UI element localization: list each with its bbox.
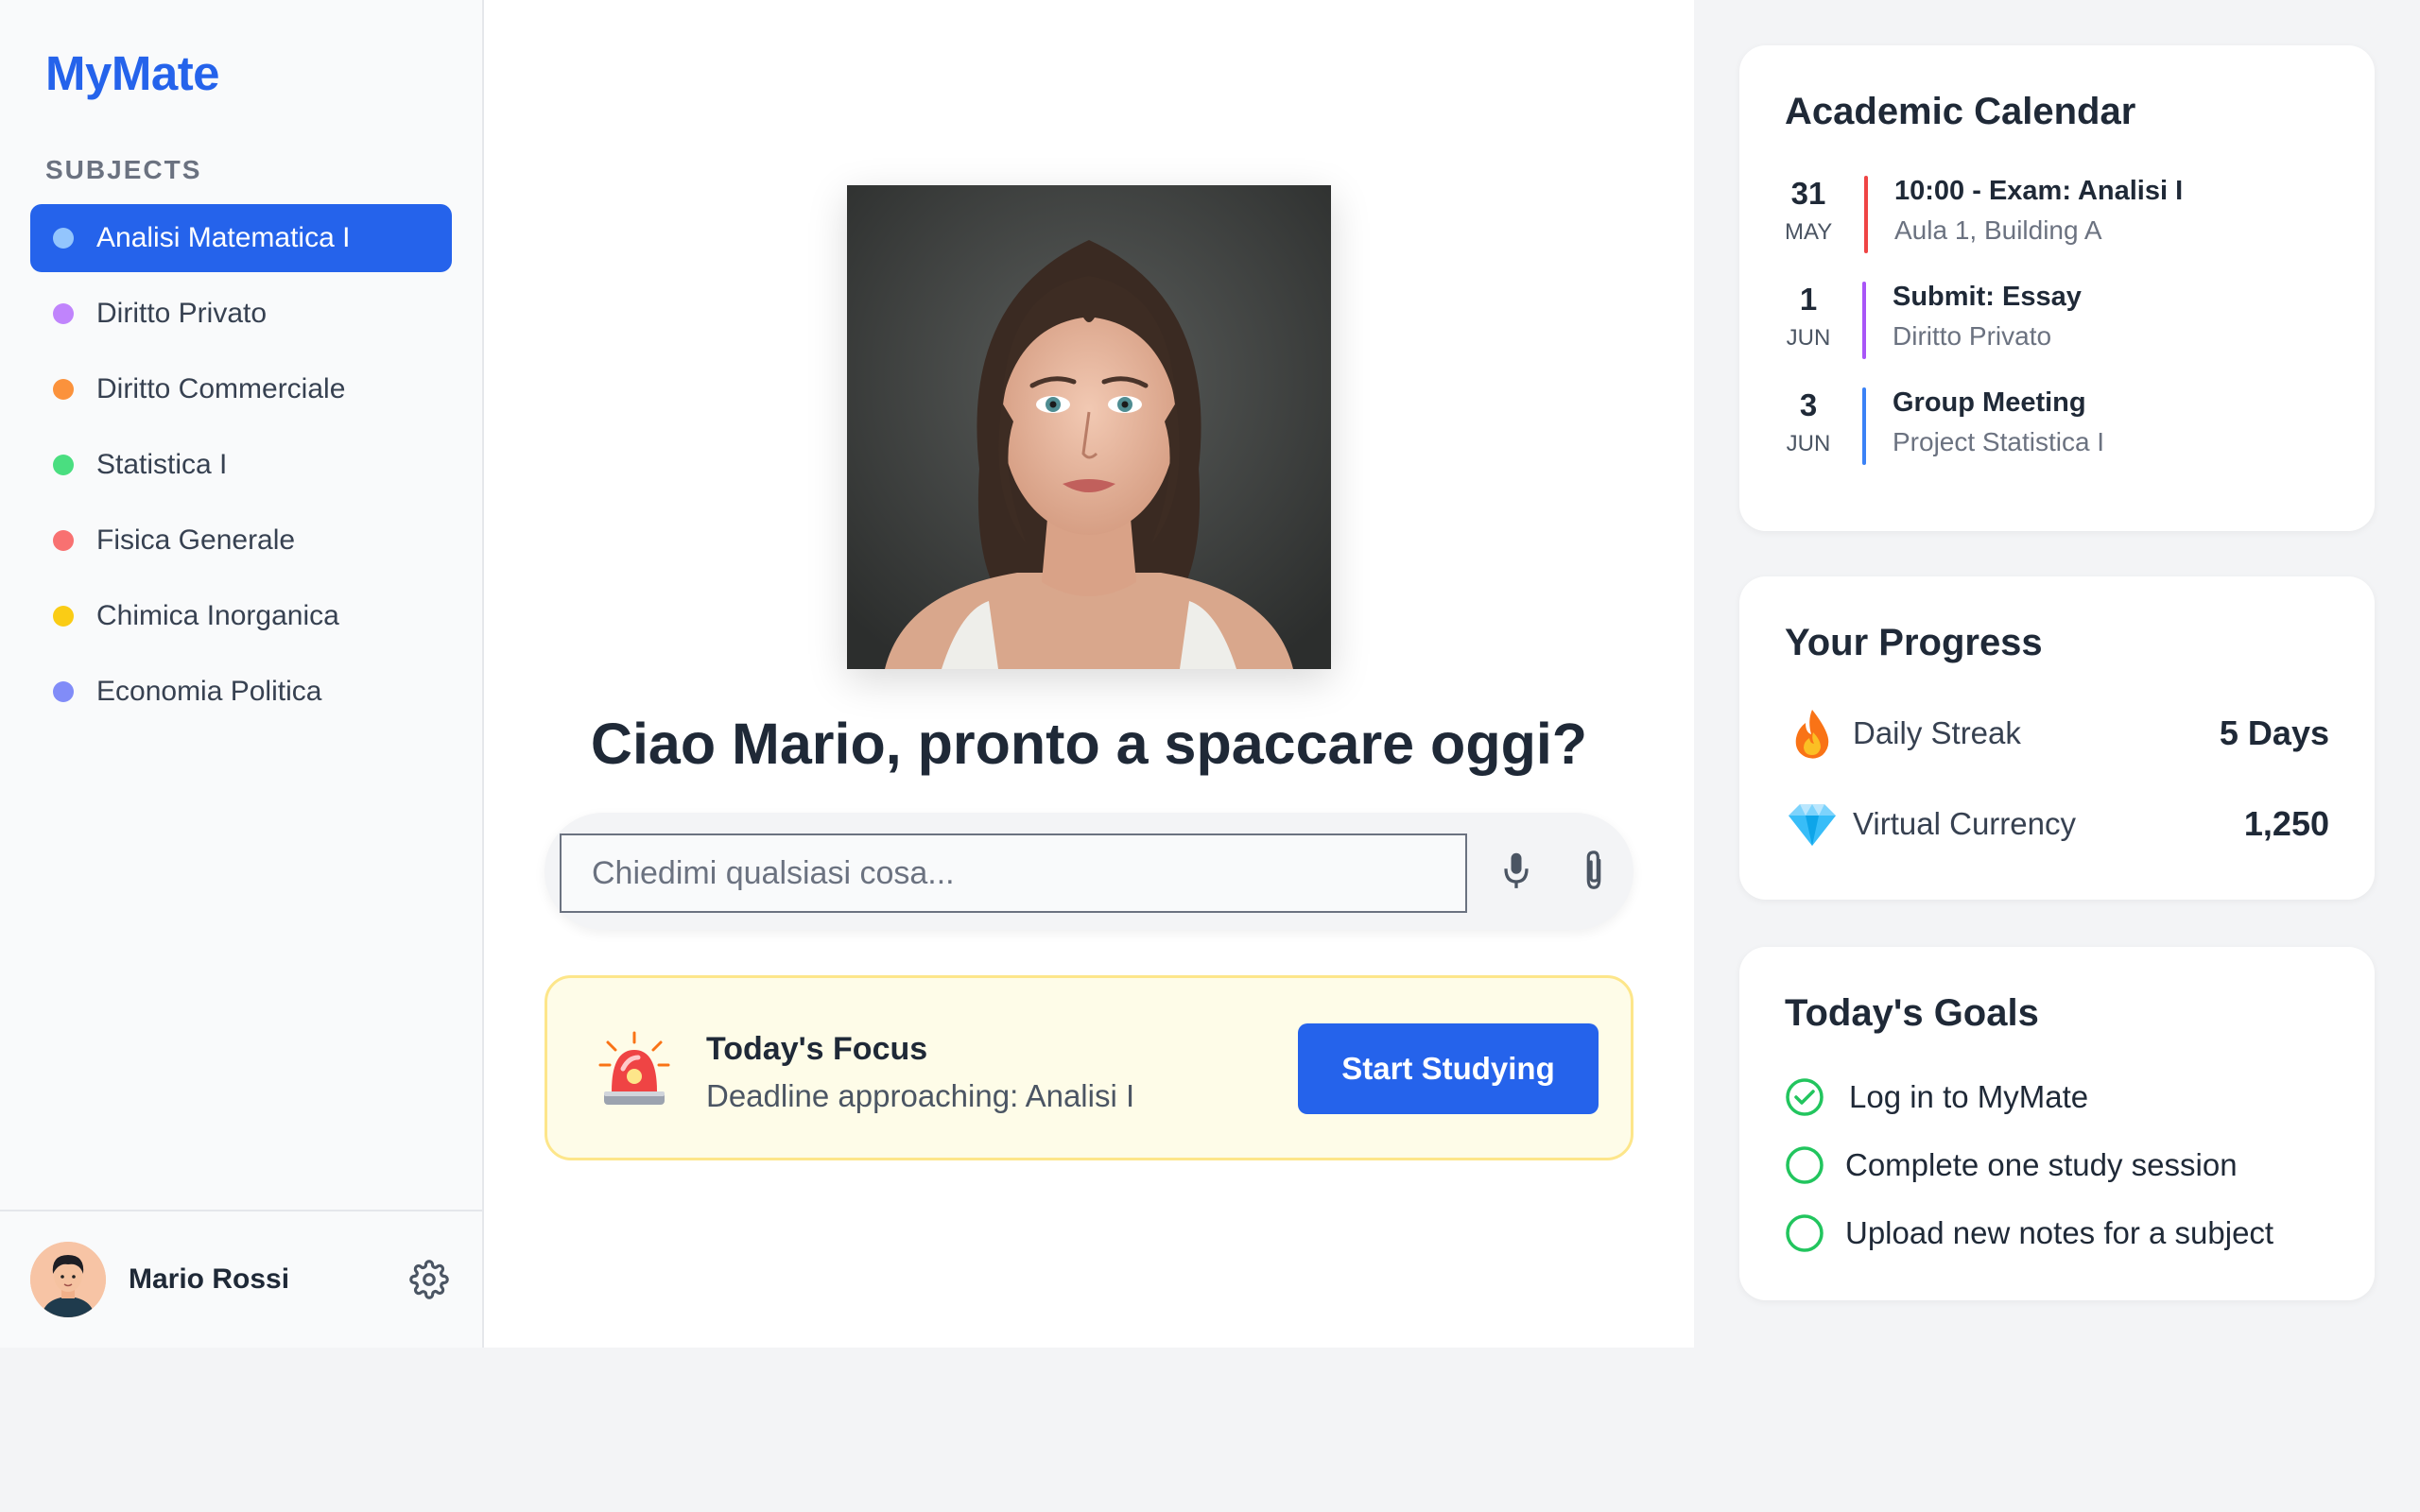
right-panel: Academic Calendar 31 MAY 10:00 - Exam: A… [1694,0,2420,1348]
event-month: JUN [1786,325,1831,351]
user-avatar-icon[interactable] [30,1242,106,1317]
goal-label: Log in to MyMate [1849,1079,2089,1114]
event-color-bar [1864,176,1868,253]
subject-label: Diritto Commerciale [96,373,346,404]
event-title: Group Meeting [1893,387,2086,418]
user-panel: Mario Rossi [0,1210,482,1348]
goal-item[interactable]: Log in to MyMate [1785,1074,2352,1121]
subject-label: Chimica Inorganica [96,600,339,631]
subject-item-diritto-commerciale[interactable]: Diritto Commerciale [30,355,452,423]
user-name: Mario Rossi [129,1263,290,1295]
progress-row-streak: Daily Streak 5 Days [1785,705,2329,762]
subject-item-chimica-inorganica[interactable]: Chimica Inorganica [30,582,452,650]
gear-icon[interactable] [406,1257,452,1302]
subject-dot-icon [53,606,74,627]
start-studying-button[interactable]: Start Studying [1298,1023,1599,1114]
calendar-event[interactable]: 3 JUN Group Meeting Project Statistica I [1785,387,2333,467]
subject-label: Statistica I [96,449,228,480]
event-day: 1 [1799,282,1818,317]
goals-title: Today's Goals [1785,992,2039,1034]
event-color-bar [1862,387,1866,465]
checked-circle-icon[interactable] [1785,1077,1824,1117]
progress-value: 1,250 [2243,804,2329,843]
event-color-bar [1862,282,1866,359]
subject-dot-icon [53,379,74,400]
gem-icon [1785,797,1840,851]
calendar-event[interactable]: 1 JUN Submit: Essay Diritto Privato [1785,282,2333,361]
subject-dot-icon [53,455,74,475]
subjects-heading: SUBJECTS [45,155,202,184]
subject-dot-icon [53,228,74,249]
goal-item[interactable]: Upload new notes for a subject [1785,1210,2352,1257]
subject-dot-icon [53,681,74,702]
assistant-portrait-icon [847,185,1331,669]
event-month: JUN [1786,431,1831,456]
progress-row-currency: Virtual Currency 1,250 [1785,796,2329,852]
goal-label: Upload new notes for a subject [1845,1215,2274,1250]
subject-label: Diritto Privato [96,298,268,329]
empty-circle-icon[interactable] [1785,1213,1824,1253]
event-subtitle: Diritto Privato [1893,321,2052,351]
paperclip-icon[interactable] [1567,843,1620,900]
siren-icon [596,1031,672,1110]
goal-item[interactable]: Complete one study session [1785,1142,2352,1189]
todays-focus-card: Today's Focus Deadline approaching: Anal… [544,975,1634,1160]
app-logo[interactable]: MyMate [45,45,220,101]
subject-item-diritto-privato[interactable]: Diritto Privato [30,280,452,348]
progress-label: Daily Streak [1853,715,2021,750]
subject-item-statistica[interactable]: Statistica I [30,431,452,499]
event-day: 31 [1790,176,1826,211]
calendar-title: Academic Calendar [1785,91,2136,132]
subject-item-economia-politica[interactable]: Economia Politica [30,658,452,726]
event-day: 3 [1799,387,1818,422]
main-content: Ciao Mario, pronto a spaccare oggi? Chie… [484,0,1694,1348]
event-title: 10:00 - Exam: Analisi I [1894,176,2184,206]
subject-label: Analisi Matematica I [96,222,351,253]
search-bar [544,813,1634,930]
subject-label: Fisica Generale [96,524,296,556]
empty-circle-icon[interactable] [1785,1145,1824,1185]
event-subtitle: Project Statistica I [1893,427,2105,456]
progress-title: Your Progress [1785,622,2043,663]
subject-dot-icon [53,530,74,551]
fire-icon [1785,706,1840,761]
event-month: MAY [1785,219,1833,245]
subject-list: Analisi Matematica I Diritto Privato Dir… [30,204,452,733]
focus-subtitle: Deadline approaching: Analisi I [706,1078,1135,1113]
subject-label: Economia Politica [96,676,322,707]
progress-card: Your Progress Daily Streak 5 Days Virtua… [1739,576,2375,900]
academic-calendar-card: Academic Calendar 31 MAY 10:00 - Exam: A… [1739,45,2375,531]
event-title: Submit: Essay [1893,282,2082,312]
todays-goals-card: Today's Goals Log in to MyMate Complete … [1739,947,2375,1300]
search-input[interactable] [560,833,1467,913]
progress-value: 5 Days [2219,713,2329,752]
subject-item-analisi-matematica[interactable]: Analisi Matematica I [30,204,452,272]
focus-title: Today's Focus [706,1031,928,1067]
event-subtitle: Aula 1, Building A [1894,215,2102,245]
goal-label: Complete one study session [1845,1147,2238,1182]
microphone-icon[interactable] [1490,843,1543,900]
subject-dot-icon [53,303,74,324]
sidebar: MyMate SUBJECTS Analisi Matematica I Dir… [0,0,484,1348]
progress-label: Virtual Currency [1853,806,2076,841]
subject-item-fisica-generale[interactable]: Fisica Generale [30,507,452,575]
app-window: MyMate SUBJECTS Analisi Matematica I Dir… [0,0,2420,1348]
calendar-event[interactable]: 31 MAY 10:00 - Exam: Analisi I Aula 1, B… [1785,176,2333,255]
greeting-heading: Ciao Mario, pronto a spaccare oggi? [590,712,1588,776]
